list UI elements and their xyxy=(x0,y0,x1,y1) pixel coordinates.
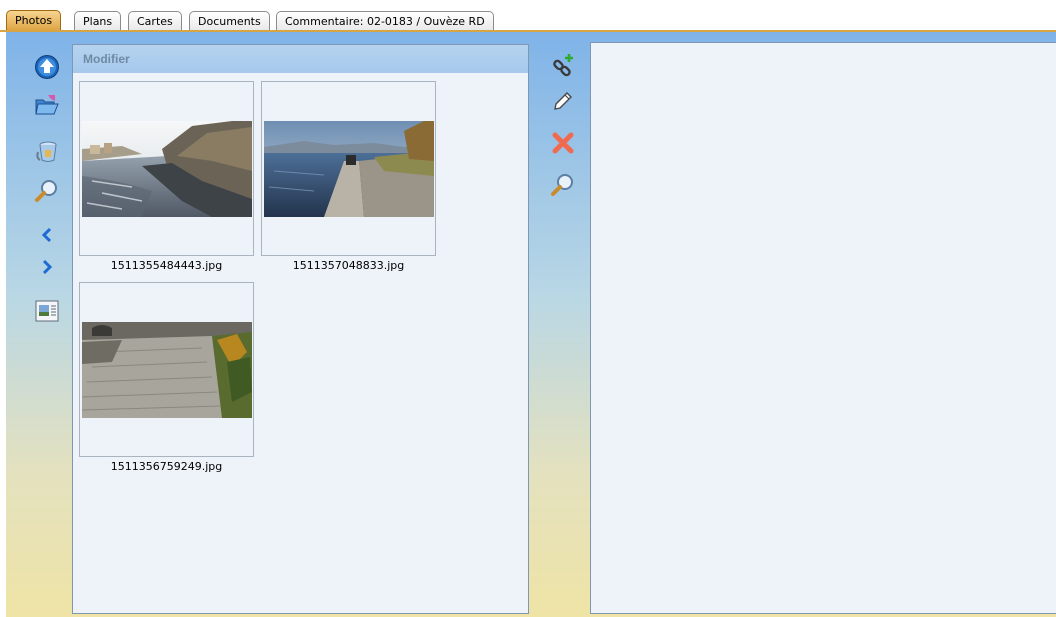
photo-image xyxy=(264,121,434,217)
open-folder-icon xyxy=(35,95,59,115)
edit-button[interactable] xyxy=(546,87,580,115)
open-folder-button[interactable] xyxy=(30,91,64,119)
preview-panel xyxy=(590,42,1056,614)
photo-image xyxy=(82,322,252,418)
magnifier-icon xyxy=(35,180,57,202)
zoom-button[interactable] xyxy=(30,177,64,205)
photo-filename: 1511355484443.jpg xyxy=(110,259,223,272)
tab-photos[interactable]: Photos xyxy=(6,10,62,32)
thumbnail-frame xyxy=(79,282,254,457)
slideshow-button[interactable] xyxy=(30,297,64,325)
bucket-icon xyxy=(36,141,57,162)
tab-strip: Photos Plans Cartes Documents Commentair… xyxy=(0,0,1056,32)
bucket-button[interactable] xyxy=(30,137,64,165)
next-button[interactable] xyxy=(30,253,64,281)
pencil-icon xyxy=(554,92,572,110)
upload-button[interactable] xyxy=(30,53,64,81)
previous-button[interactable] xyxy=(30,221,64,249)
photo-filename: 1511356759249.jpg xyxy=(110,460,223,473)
modify-link[interactable]: Modifier xyxy=(83,52,130,66)
tab-commentaire[interactable]: Commentaire: 02-0183 / Ouvèze RD xyxy=(276,11,494,31)
link-add-button[interactable] xyxy=(546,51,580,79)
tab-cartes[interactable]: Cartes xyxy=(128,11,182,31)
tab-plans[interactable]: Plans xyxy=(74,11,122,31)
photo-image xyxy=(82,121,252,217)
upload-icon xyxy=(35,55,59,79)
photo-gallery: Modifier 1511355484443.jpg 1511357048833… xyxy=(72,44,529,614)
delete-button[interactable] xyxy=(546,129,580,157)
tab-documents[interactable]: Documents xyxy=(189,11,270,31)
next-icon xyxy=(42,259,53,275)
zoom-button-right[interactable] xyxy=(546,171,580,199)
thumbnail-frame xyxy=(79,81,254,256)
slideshow-icon xyxy=(35,300,59,322)
magnifier-icon xyxy=(551,174,573,196)
link-add-icon xyxy=(553,54,573,77)
gallery-header: Modifier xyxy=(73,45,528,73)
previous-icon xyxy=(41,227,52,243)
delete-icon xyxy=(552,132,574,154)
photo-filename: 1511357048833.jpg xyxy=(292,259,405,272)
thumbnail-frame xyxy=(261,81,436,256)
